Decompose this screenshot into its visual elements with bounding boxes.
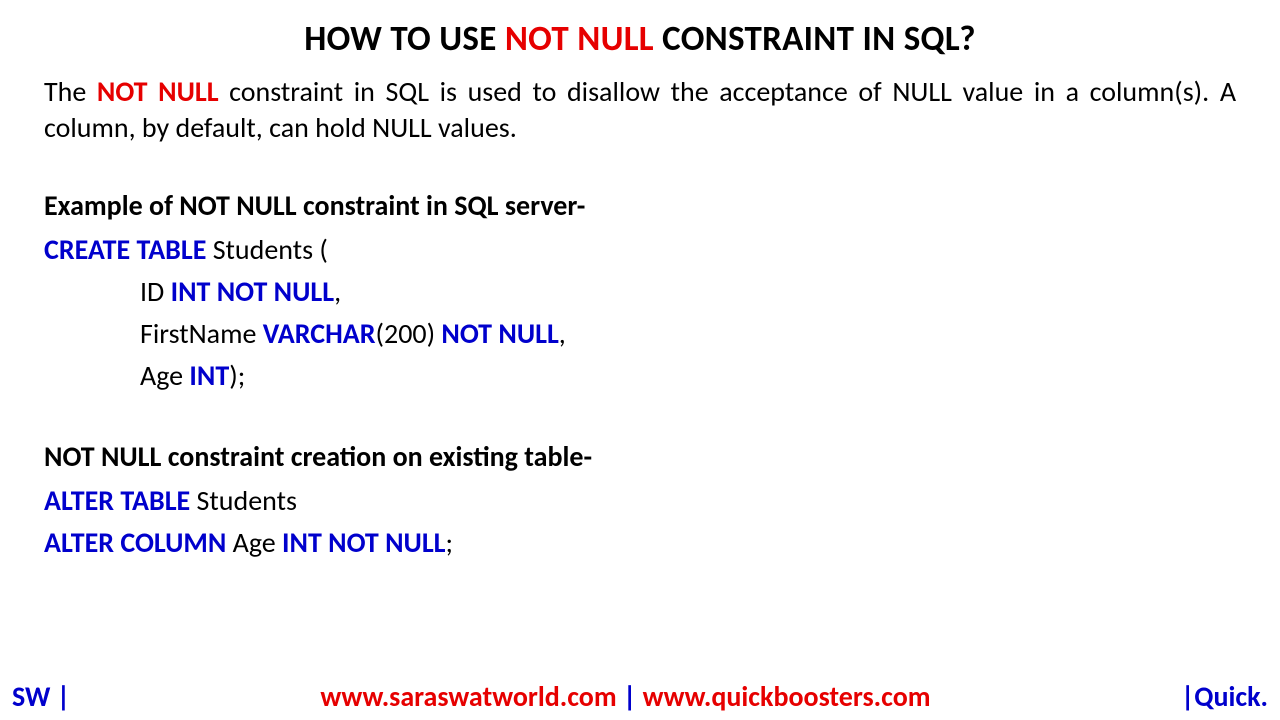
- footer-site-1: www.saraswatworld.com: [320, 679, 616, 714]
- footer-left: SW |: [12, 679, 70, 714]
- sql-keyword: INT NOT NULL: [171, 274, 334, 309]
- sql-keyword: ALTER TABLE: [44, 483, 190, 518]
- intro-keyword: NOT NULL: [97, 74, 219, 109]
- code-line: FirstName VARCHAR(200) NOT NULL,: [44, 313, 1236, 355]
- code-text: (200): [376, 316, 442, 351]
- code-text: FirstName: [140, 316, 263, 351]
- code-line: Age INT);: [44, 355, 1236, 397]
- intro-paragraph: The NOT NULL constraint in SQL is used t…: [44, 74, 1236, 146]
- sql-keyword: CREATE TABLE: [44, 232, 206, 267]
- code-line: ALTER COLUMN Age INT NOT NULL;: [44, 522, 1236, 564]
- code-text: Age: [140, 358, 189, 393]
- code-text: ,: [559, 316, 566, 351]
- footer-center: www.saraswatworld.com | www.quickbooster…: [320, 679, 930, 714]
- code-text: Age: [226, 525, 282, 560]
- alter-section: NOT NULL constraint creation on existing…: [44, 439, 1236, 564]
- sql-keyword: ALTER COLUMN: [44, 525, 226, 560]
- title-suffix: CONSTRAINT IN SQL?: [654, 18, 976, 60]
- code-text: ID: [140, 274, 171, 309]
- alter-heading: NOT NULL constraint creation on existing…: [44, 439, 1236, 474]
- footer-right: |Quick.: [1181, 679, 1268, 714]
- code-text: ,: [334, 274, 341, 309]
- footer-bar: SW | www.saraswatworld.com | www.quickbo…: [0, 679, 1280, 714]
- title-highlight: NOT NULL: [505, 18, 654, 60]
- footer-separator: |: [617, 679, 643, 714]
- page-title: HOW TO USE NOT NULL CONSTRAINT IN SQL?: [44, 18, 1236, 60]
- example-heading: Example of NOT NULL constraint in SQL se…: [44, 188, 1236, 223]
- sql-keyword: INT NOT NULL: [282, 525, 445, 560]
- footer-site-2: www.quickboosters.com: [643, 679, 931, 714]
- sql-keyword: INT: [189, 358, 229, 393]
- title-prefix: HOW TO USE: [304, 18, 505, 60]
- create-table-code: CREATE TABLE Students ( ID INT NOT NULL,…: [44, 229, 1236, 397]
- code-line: ID INT NOT NULL,: [44, 271, 1236, 313]
- alter-table-code: ALTER TABLE Students ALTER COLUMN Age IN…: [44, 480, 1236, 564]
- intro-rest: constraint in SQL is used to disallow th…: [44, 74, 1236, 145]
- code-text: Students: [190, 483, 297, 518]
- sql-keyword: VARCHAR: [263, 316, 376, 351]
- example-section: Example of NOT NULL constraint in SQL se…: [44, 188, 1236, 397]
- intro-prefix: The: [44, 74, 97, 109]
- sql-keyword: NOT NULL: [441, 316, 558, 351]
- code-text: );: [229, 358, 245, 393]
- code-text: Students (: [206, 232, 328, 267]
- code-line: CREATE TABLE Students (: [44, 229, 1236, 271]
- code-line: ALTER TABLE Students: [44, 480, 1236, 522]
- document-page: HOW TO USE NOT NULL CONSTRAINT IN SQL? T…: [0, 0, 1280, 564]
- code-text: ;: [446, 525, 454, 560]
